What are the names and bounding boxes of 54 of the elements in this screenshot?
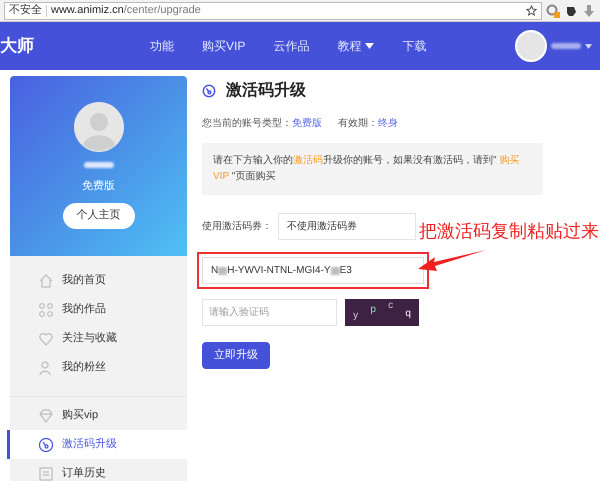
- annotation-arrow: [418, 249, 486, 273]
- key-icon: [202, 84, 216, 98]
- blurred-username: [551, 43, 581, 49]
- sidebar-item[interactable]: 订单历史: [10, 459, 187, 481]
- nav-link[interactable]: 购买VIP: [202, 37, 246, 55]
- annotation-text: 把激活码复制粘贴过来: [419, 220, 599, 244]
- upgrade-button[interactable]: 立即升级: [202, 342, 270, 369]
- account-type-label: 您当前的账号类型：: [202, 116, 292, 131]
- validity-value: 终身: [378, 117, 398, 131]
- star-icon[interactable]: [526, 5, 537, 16]
- captcha-char: y: [353, 309, 358, 323]
- nav-link[interactable]: 下载: [402, 37, 426, 55]
- captcha-image[interactable]: y p c q: [345, 299, 419, 326]
- captcha-char: p: [370, 303, 376, 317]
- home-icon: [38, 272, 54, 288]
- code-text: N: [211, 264, 218, 278]
- validity-label: 有效期：: [338, 116, 378, 131]
- url-text[interactable]: www.animiz.cn/center/upgrade: [51, 2, 522, 19]
- caret-icon: [365, 43, 374, 49]
- nav-link[interactable]: 功能: [150, 37, 174, 55]
- code-text: E3: [340, 264, 352, 278]
- captcha-char: c: [388, 299, 394, 313]
- activation-code-field[interactable]: N H-YWVI-NTNL-MGI4-Y E3: [202, 257, 424, 284]
- sidebar-item[interactable]: 我的粉丝: [10, 353, 187, 382]
- sidebar-item[interactable]: 我的首页: [10, 266, 187, 295]
- key-icon: [38, 436, 54, 452]
- coupon-label: 使用激活码券：: [202, 220, 272, 234]
- avatar-silhouette-icon: [74, 102, 124, 152]
- notice-text: 请在下方输入你的激活码升级你的账号，如果没有激活码，请到" 购买VIP "页面购买: [213, 154, 520, 184]
- sidebar-item[interactable]: 购买vip: [10, 401, 187, 430]
- avatar[interactable]: [515, 30, 547, 62]
- nav-link[interactable]: 云作品: [273, 37, 310, 55]
- diamond-icon: [38, 408, 54, 424]
- plan-label: 免费版: [82, 179, 115, 194]
- grid-icon: [38, 302, 54, 318]
- captcha-field[interactable]: 请输入验证码: [202, 299, 337, 326]
- account-type-value: 免费版: [292, 116, 322, 131]
- coupon-select[interactable]: 不使用激活码券: [278, 213, 416, 240]
- sidebar-item[interactable]: 我的作品: [10, 295, 187, 324]
- profile-home-button[interactable]: 个人主页: [62, 202, 134, 228]
- caret-icon[interactable]: [585, 44, 592, 48]
- list-icon: [38, 466, 54, 481]
- page-title: 激活码升级: [226, 80, 306, 101]
- site-logo[interactable]: 大师: [0, 33, 150, 59]
- code-text: H-YWVI-NTNL-MGI4-Y: [227, 264, 331, 278]
- captcha-char: q: [405, 307, 411, 321]
- nav-link[interactable]: 教程: [337, 37, 374, 55]
- blurred-username: [84, 162, 114, 168]
- sidebar-item[interactable]: 激活码升级: [7, 430, 187, 459]
- blurred-patch: [330, 266, 340, 274]
- security-label: 不安全: [9, 2, 42, 18]
- sidebar-item[interactable]: 关注与收藏: [10, 324, 187, 353]
- heart-icon: [38, 330, 54, 346]
- blurred-patch: [218, 266, 228, 274]
